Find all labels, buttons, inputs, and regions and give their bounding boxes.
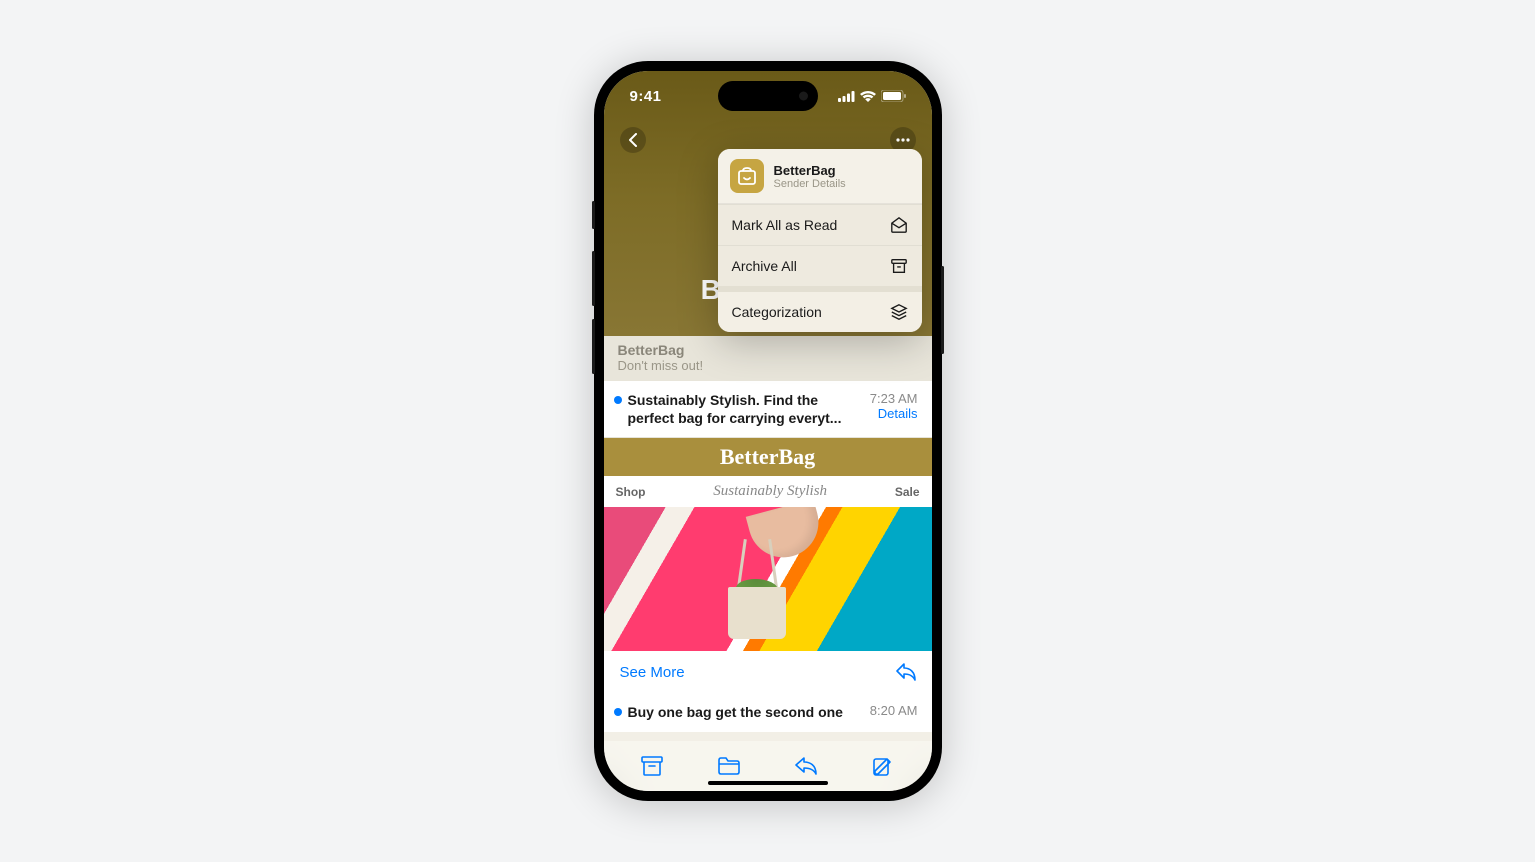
home-indicator[interactable] (708, 781, 828, 785)
menu-subtitle: Sender Details (774, 178, 910, 190)
side-button (592, 201, 595, 229)
menu-item-label: Mark All as Read (732, 217, 838, 233)
cellular-icon (838, 91, 855, 102)
menu-item-mark-read[interactable]: Mark All as Read (718, 204, 922, 245)
layers-icon (890, 303, 908, 321)
menu-header[interactable]: BetterBag Sender Details (718, 149, 922, 204)
volume-up-button (592, 251, 595, 306)
context-menu: BetterBag Sender Details Mark All as Rea… (718, 149, 922, 332)
menu-item-categorization[interactable]: Categorization (718, 286, 922, 332)
envelope-open-icon (890, 216, 908, 234)
battery-icon (881, 90, 906, 102)
sender-avatar-icon (730, 159, 764, 193)
menu-item-label: Categorization (732, 304, 822, 320)
phone-screen: 9:41 BetterBag PROMOTIONS BetterBag Don'… (604, 71, 932, 791)
wifi-icon (860, 91, 876, 102)
power-button (941, 266, 944, 354)
volume-down-button (592, 319, 595, 374)
menu-item-label: Archive All (732, 258, 797, 274)
menu-item-archive[interactable]: Archive All (718, 245, 922, 286)
status-icons (838, 90, 906, 102)
phone-frame: 9:41 BetterBag PROMOTIONS BetterBag Don'… (594, 61, 942, 801)
archive-box-icon (890, 257, 908, 275)
menu-sender-name: BetterBag (774, 163, 910, 178)
status-time: 9:41 (630, 88, 662, 105)
dynamic-island (718, 81, 818, 111)
